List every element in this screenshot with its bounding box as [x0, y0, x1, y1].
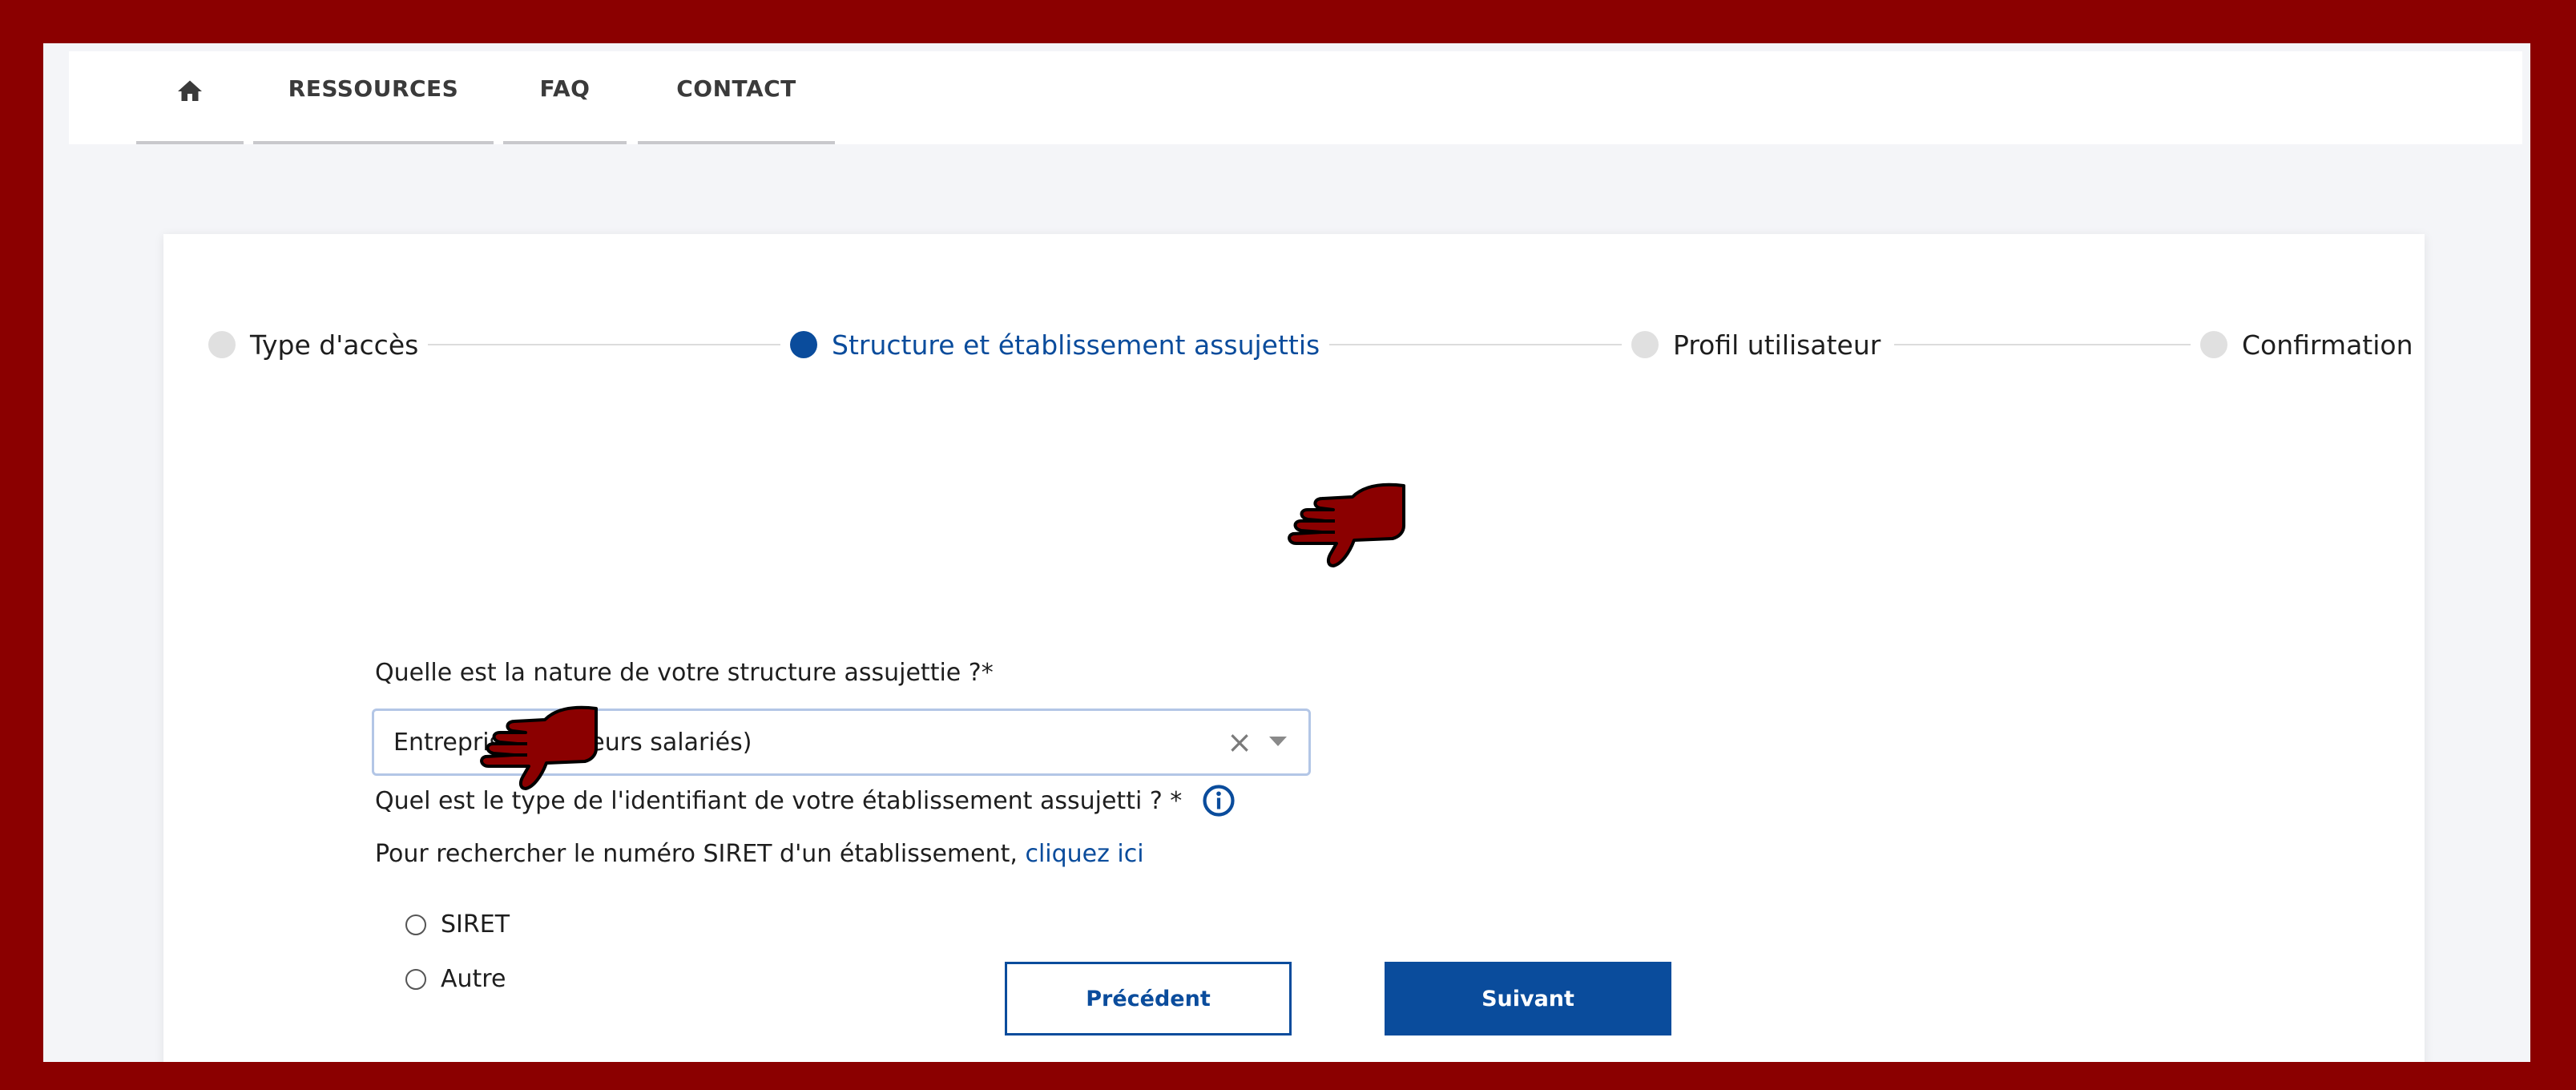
- progress-stepper: Type d'accès Structure et établissement …: [163, 234, 2425, 362]
- step-dot: [1631, 331, 1659, 358]
- siret-help-prefix: Pour rechercher le numéro SIRET d'un éta…: [375, 840, 1018, 868]
- pointing-hand-icon: [1288, 482, 1405, 567]
- radio-button[interactable]: [405, 968, 426, 990]
- radio-autre-label: Autre: [441, 965, 506, 993]
- nav-home[interactable]: [136, 51, 244, 144]
- radio-autre[interactable]: Autre: [405, 965, 506, 993]
- step-confirmation[interactable]: Confirmation: [2191, 327, 2423, 362]
- top-navigation: RESSOURCES FAQ CONTACT: [69, 51, 2522, 144]
- step-dot: [208, 331, 236, 358]
- step-structure-etablissement[interactable]: Structure et établissement assujettis: [780, 327, 1330, 362]
- next-button[interactable]: Suivant: [1385, 962, 1671, 1036]
- clear-icon[interactable]: ×: [1223, 711, 1256, 773]
- nav-faq-label: FAQ: [539, 75, 591, 102]
- nav-contact-label: CONTACT: [676, 75, 796, 102]
- step-label: Structure et établissement assujettis: [832, 329, 1320, 361]
- pointing-hand-icon: [480, 705, 598, 790]
- step-profil-utilisateur[interactable]: Profil utilisateur: [1622, 327, 1891, 362]
- nav-contact[interactable]: CONTACT: [638, 51, 835, 144]
- step-dot-active: [790, 331, 817, 358]
- radio-siret[interactable]: SIRET: [405, 910, 510, 939]
- siret-help-text: Pour rechercher le numéro SIRET d'un éta…: [375, 840, 1144, 868]
- registration-card: Type d'accès Structure et établissement …: [163, 234, 2425, 1062]
- nav-ressources[interactable]: RESSOURCES: [253, 51, 494, 144]
- siret-search-link[interactable]: cliquez ici: [1025, 840, 1143, 868]
- radio-siret-label: SIRET: [441, 910, 510, 939]
- previous-button[interactable]: Précédent: [1005, 962, 1292, 1036]
- chevron-down-icon[interactable]: [1262, 711, 1294, 773]
- step-type-acces[interactable]: Type d'accès: [199, 327, 429, 362]
- radio-button[interactable]: [405, 914, 426, 935]
- nav-ressources-label: RESSOURCES: [288, 75, 459, 102]
- step-dot: [2200, 331, 2227, 358]
- info-icon[interactable]: [1202, 784, 1236, 818]
- step-label: Confirmation: [2242, 329, 2413, 361]
- step-label: Profil utilisateur: [1673, 329, 1881, 361]
- identifier-question-label: Quel est le type de l'identifiant de vot…: [375, 787, 1183, 815]
- nav-faq[interactable]: FAQ: [503, 51, 627, 144]
- home-icon: [178, 80, 202, 101]
- structure-question-label: Quelle est la nature de votre structure …: [375, 659, 994, 687]
- step-label: Type d'accès: [250, 329, 419, 361]
